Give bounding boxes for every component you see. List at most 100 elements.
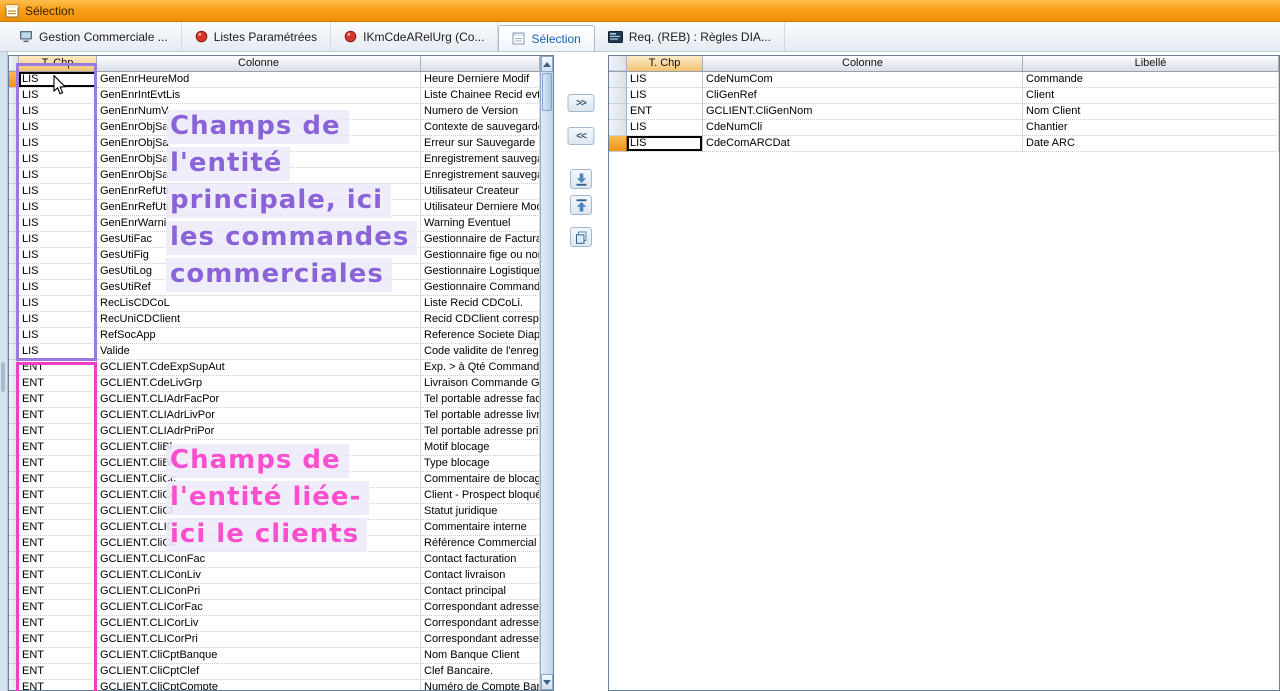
row-selector[interactable] — [609, 136, 627, 152]
cell[interactable]: ENT — [19, 584, 97, 600]
table-row[interactable]: ENTGCLIENT.CLICorLivCorrespondant adress… — [9, 616, 540, 632]
scroll-up-button[interactable] — [541, 56, 553, 72]
cell[interactable]: Gestionnaire fige ou nor — [421, 248, 540, 264]
cell[interactable]: Exp. > à Qté Commandé — [421, 360, 540, 376]
row-selector[interactable] — [9, 136, 19, 152]
table-row[interactable]: ENTGCLIENT.CLIConLivContact livraison — [9, 568, 540, 584]
cell[interactable]: ENT — [19, 616, 97, 632]
row-selector[interactable] — [9, 440, 19, 456]
cell[interactable]: Contexte de sauvegarde — [421, 120, 540, 136]
table-row[interactable]: LISGenEnrRefUtiUtilisateur Derniere Mod — [9, 200, 540, 216]
row-selector[interactable] — [9, 504, 19, 520]
table-row[interactable]: LISGesUtiFacGestionnaire de Factura — [9, 232, 540, 248]
cell[interactable]: GCLIENT.CLIConLiv — [97, 568, 421, 584]
table-row[interactable]: ENTGCLIENT.CliBlType blocage — [9, 456, 540, 472]
cell[interactable]: GCLIENT.CliGenNom — [703, 104, 1023, 120]
cell[interactable]: LIS — [19, 344, 97, 360]
cell[interactable]: GCLIENT.CLIAdrPriPor — [97, 424, 421, 440]
column-header[interactable]: Colonne — [703, 56, 1023, 71]
cell[interactable]: Chantier — [1023, 120, 1279, 136]
cell[interactable]: Tel portable adresse livr — [421, 408, 540, 424]
row-selector[interactable] — [9, 104, 19, 120]
cell[interactable]: GCLIENT.CliCptBanque — [97, 648, 421, 664]
cell[interactable]: GCLIENT.CliCc — [97, 488, 421, 504]
row-selector[interactable] — [9, 584, 19, 600]
cell[interactable]: GenEnrObjSa — [97, 152, 421, 168]
table-row[interactable]: ENTGCLIENT.CLICorPriCorrespondant adress… — [9, 632, 540, 648]
table-row[interactable]: ENTGCLIENT.CdeExpSupAutExp. > à Qté Comm… — [9, 360, 540, 376]
cell[interactable]: LIS — [19, 200, 97, 216]
table-row[interactable]: LISGesUtiRefGestionnaire Commande — [9, 280, 540, 296]
cell[interactable]: Commentaire interne — [421, 520, 540, 536]
cell[interactable]: Client — [1023, 88, 1279, 104]
row-selector[interactable] — [609, 120, 627, 136]
cell[interactable]: LIS — [19, 168, 97, 184]
cell[interactable]: GenEnrObjSa — [97, 168, 421, 184]
tab-ikmcdearelurg[interactable]: IKmCdeARelUrg (Co... — [331, 22, 498, 51]
cell[interactable]: GCLIENT.CliCc — [97, 536, 421, 552]
cell[interactable]: LIS — [627, 136, 703, 152]
row-selector[interactable] — [9, 600, 19, 616]
cell[interactable]: LIS — [19, 72, 97, 88]
cell[interactable]: RecUniCDClient — [97, 312, 421, 328]
table-row[interactable]: ENTGCLIENT.CLIAdrLivPorTel portable adre… — [9, 408, 540, 424]
cell[interactable]: ENT — [19, 568, 97, 584]
left-table-scrollbar[interactable] — [540, 56, 553, 690]
cell[interactable]: GCLIENT.CLICorPri — [97, 632, 421, 648]
cell[interactable]: CliGenRef — [703, 88, 1023, 104]
cell[interactable]: GCLIENT.CLIConPri — [97, 584, 421, 600]
row-selector[interactable] — [9, 280, 19, 296]
cell[interactable]: Liste Chainee Recid evt — [421, 88, 540, 104]
table-row[interactable]: LISCdeNumComCommande — [609, 72, 1279, 88]
table-row[interactable]: ENTGCLIENT.CLIAdrPriPorTel portable adre… — [9, 424, 540, 440]
scroll-down-button[interactable] — [541, 674, 553, 690]
row-selector[interactable] — [9, 392, 19, 408]
cell[interactable]: GCLIENT.CliCl — [97, 504, 421, 520]
select-all-corner[interactable] — [9, 56, 19, 71]
row-selector[interactable] — [9, 648, 19, 664]
row-selector[interactable] — [609, 88, 627, 104]
row-selector[interactable] — [9, 344, 19, 360]
move-up-button[interactable] — [570, 195, 592, 215]
cell[interactable]: LIS — [19, 296, 97, 312]
table-row[interactable]: LISGenEnrRefUtiUtilisateur Createur — [9, 184, 540, 200]
tab-selection[interactable]: Sélection — [498, 25, 594, 51]
cell[interactable]: GCLIENT.CliCc — [97, 472, 421, 488]
cell[interactable]: Numéro de Compte Ban — [421, 680, 540, 690]
move-down-button[interactable] — [570, 169, 592, 189]
cell[interactable]: Gestionnaire de Factura — [421, 232, 540, 248]
table-row[interactable]: LISCliGenRefClient — [609, 88, 1279, 104]
cell[interactable]: Recid CDClient correspo — [421, 312, 540, 328]
cell[interactable]: GesUtiFac — [97, 232, 421, 248]
cell[interactable]: Gestionnaire Commande — [421, 280, 540, 296]
cell[interactable]: Utilisateur Createur — [421, 184, 540, 200]
row-selector[interactable] — [9, 664, 19, 680]
column-header[interactable]: T. Chp — [627, 56, 703, 71]
cell[interactable]: Valide — [97, 344, 421, 360]
row-selector[interactable] — [9, 184, 19, 200]
cell[interactable]: Contact livraison — [421, 568, 540, 584]
cell[interactable]: Commande — [1023, 72, 1279, 88]
cell[interactable]: Référence Commercial — [421, 536, 540, 552]
tab-req-reb[interactable]: Req. (REB) : Règles DIA... — [595, 22, 785, 51]
cell[interactable]: Code validite de l'enregi — [421, 344, 540, 360]
cell[interactable]: Type blocage — [421, 456, 540, 472]
cell[interactable]: GCLIENT.CliCptClef — [97, 664, 421, 680]
row-selector[interactable] — [9, 536, 19, 552]
table-row[interactable]: ENTGCLIENT.CLIConPriContact principal — [9, 584, 540, 600]
cell[interactable]: Liste Recid CDCoLi. — [421, 296, 540, 312]
table-row[interactable]: LISRecLisCDCoLListe Recid CDCoLi. — [9, 296, 540, 312]
table-row[interactable]: LISGenEnrObjSaErreur sur Sauvegarde c — [9, 136, 540, 152]
cell[interactable]: LIS — [19, 216, 97, 232]
table-row[interactable]: LISGenEnrObjSaEnregistrement sauvega — [9, 168, 540, 184]
column-header[interactable]: T. Chp — [19, 56, 97, 71]
cell[interactable]: Nom Banque Client — [421, 648, 540, 664]
cell[interactable]: Commentaire de blocag — [421, 472, 540, 488]
add-all-button[interactable]: >> — [568, 94, 595, 112]
cell[interactable]: GenEnrNumV — [97, 104, 421, 120]
table-row[interactable]: ENTGCLIENT.CliClStatut juridique — [9, 504, 540, 520]
cell[interactable]: Correspondant adresse — [421, 616, 540, 632]
cell[interactable]: LIS — [19, 248, 97, 264]
row-selector[interactable] — [9, 408, 19, 424]
row-selector[interactable] — [9, 488, 19, 504]
